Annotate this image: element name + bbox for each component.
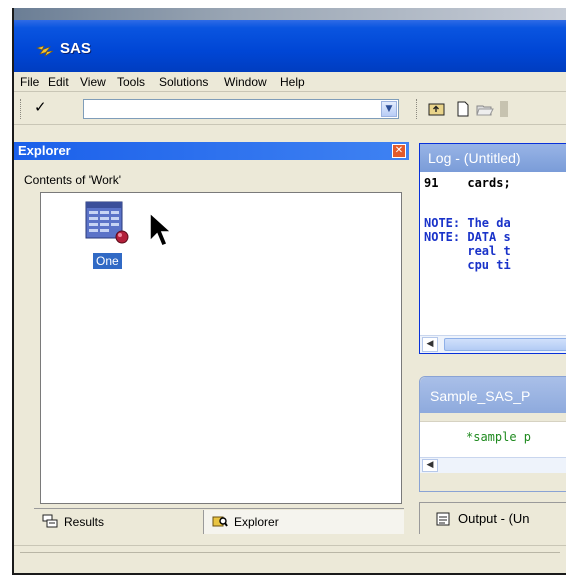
program-code-line: *sample p bbox=[466, 430, 532, 444]
tab-explorer-label: Explorer bbox=[234, 515, 279, 529]
log-window[interactable]: Log - (Untitled) 91 cards; NOTE: The da … bbox=[419, 143, 566, 354]
log-scrollbar[interactable]: ◀ bbox=[420, 335, 566, 353]
window-gap bbox=[419, 354, 566, 376]
save-icon[interactable] bbox=[500, 101, 508, 117]
close-icon[interactable]: ✕ bbox=[392, 144, 406, 158]
explorer-content[interactable]: One bbox=[40, 192, 402, 504]
scroll-left-icon[interactable]: ◀ bbox=[422, 337, 438, 352]
sas-logo-icon bbox=[36, 45, 54, 57]
program-title: Sample_SAS_P bbox=[420, 377, 566, 413]
menu-bar: File Edit View Tools Solutions Window He… bbox=[14, 72, 566, 92]
splitter[interactable] bbox=[409, 132, 417, 542]
toolbar-grip[interactable] bbox=[20, 99, 23, 119]
chevron-down-icon[interactable]: ▼ bbox=[381, 101, 397, 117]
title-bar[interactable]: SAS bbox=[14, 20, 566, 72]
log-line: 91 cards; bbox=[424, 176, 511, 190]
explorer-icon bbox=[212, 516, 228, 527]
sas-window: SAS File Edit View Tools Solutions Windo… bbox=[12, 8, 566, 575]
program-editor-window[interactable]: Sample_SAS_P *sample p ◀ bbox=[419, 376, 566, 492]
tab-output[interactable]: Output - (Un bbox=[419, 502, 566, 534]
dataset-label[interactable]: One bbox=[93, 253, 122, 269]
open-folder-up-icon[interactable] bbox=[428, 101, 446, 117]
background-window-strip bbox=[14, 8, 566, 20]
results-icon bbox=[42, 514, 58, 528]
submit-check-icon[interactable]: ✓ bbox=[34, 98, 47, 116]
program-scrollbar[interactable]: ◀ bbox=[420, 457, 566, 473]
dataset-icon[interactable] bbox=[85, 201, 129, 245]
command-input[interactable]: ▼ bbox=[83, 99, 399, 119]
contents-label: Contents of 'Work' bbox=[24, 173, 122, 187]
menu-file[interactable]: File bbox=[20, 75, 39, 89]
output-tab-label: Output - (Un bbox=[458, 511, 530, 526]
status-field bbox=[20, 552, 560, 570]
mouse-pointer-icon bbox=[149, 211, 172, 247]
log-line: cpu ti bbox=[424, 258, 511, 272]
status-bar bbox=[14, 545, 566, 573]
explorer-header: Explorer ✕ bbox=[14, 142, 409, 160]
new-document-icon[interactable] bbox=[454, 101, 472, 117]
toolbar: ✓ ▼ bbox=[14, 93, 566, 125]
open-icon[interactable] bbox=[476, 101, 494, 117]
explorer-panel: Explorer ✕ Contents of 'Work' One Result… bbox=[14, 132, 409, 542]
scroll-left-icon[interactable]: ◀ bbox=[422, 459, 438, 472]
toolbar-grip-2[interactable] bbox=[416, 99, 419, 119]
tab-results[interactable]: Results bbox=[34, 510, 204, 534]
menu-tools[interactable]: Tools bbox=[117, 75, 145, 89]
scroll-thumb[interactable] bbox=[444, 338, 566, 351]
log-line: NOTE: DATA s bbox=[424, 230, 511, 244]
log-title: Log - (Untitled) bbox=[420, 144, 566, 172]
program-content[interactable]: *sample p bbox=[420, 421, 566, 457]
window-title: SAS bbox=[60, 40, 91, 57]
log-line: real t bbox=[424, 244, 511, 258]
explorer-tabs: Results Explorer bbox=[34, 508, 404, 538]
tab-explorer[interactable]: Explorer bbox=[204, 510, 404, 534]
menu-edit[interactable]: Edit bbox=[48, 75, 69, 89]
tab-results-label: Results bbox=[64, 515, 105, 529]
output-document-icon bbox=[436, 512, 450, 526]
log-line: NOTE: The da bbox=[424, 216, 511, 230]
menu-view[interactable]: View bbox=[80, 75, 106, 89]
explorer-title: Explorer bbox=[18, 143, 71, 158]
menu-help[interactable]: Help bbox=[280, 75, 305, 89]
menu-window[interactable]: Window bbox=[224, 75, 267, 89]
menu-solutions[interactable]: Solutions bbox=[159, 75, 208, 89]
log-content[interactable]: 91 cards; NOTE: The da NOTE: DATA s real… bbox=[420, 172, 566, 332]
